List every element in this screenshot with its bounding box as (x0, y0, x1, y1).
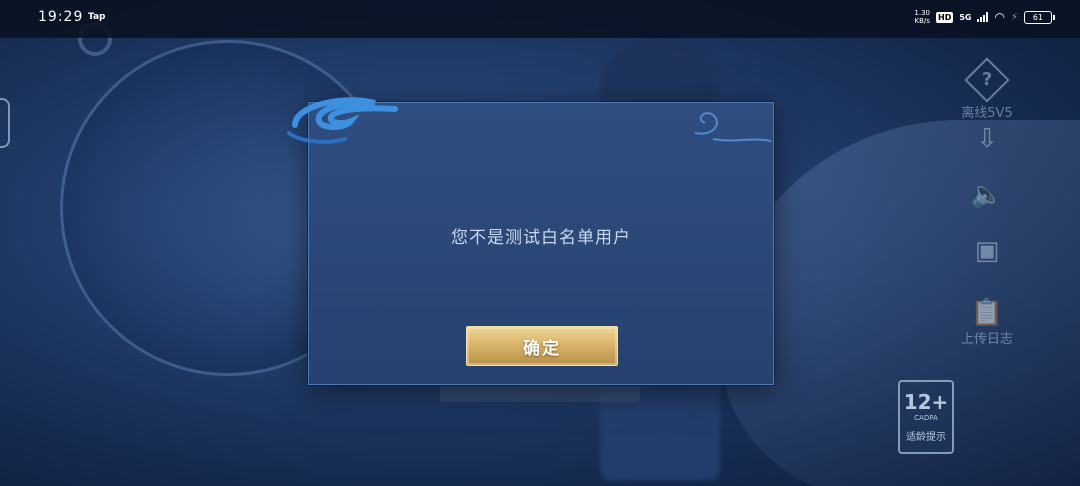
age-rating-tip: 适龄提示 (906, 432, 946, 443)
status-bar: 19:29 Tap 1.30 KB/s HD 5G ◠ ⚡ 61 (0, 0, 1080, 38)
wifi-icon: ◠ (994, 10, 1005, 24)
age-rating-badge: 12+ CADPA 适龄提示 (898, 380, 954, 454)
dialog-message: 您不是测试白名单用户 (451, 228, 631, 248)
network-type: 5G (959, 12, 972, 22)
network-speed: 1.30 KB/s (914, 9, 930, 25)
offline-5v5-label: 离线5V5 (961, 106, 1013, 121)
hd-badge: HD (936, 11, 954, 23)
repair-button[interactable]: ▣ (952, 236, 1022, 266)
confirm-button[interactable]: 确定 (466, 326, 618, 366)
age-rating-org: CADPA (914, 414, 938, 422)
download-icon: ⇩ (976, 124, 998, 154)
dialog-wave-ornament (694, 112, 772, 142)
sound-button[interactable]: 🔈 (952, 180, 1022, 210)
whitelist-error-dialog: 您不是测试白名单用户 确定 (287, 97, 774, 385)
status-indicators: 1.30 KB/s HD 5G ◠ ⚡ 61 (914, 9, 1055, 25)
signal-icon (977, 12, 989, 22)
speaker-icon: 🔈 (970, 180, 1004, 210)
upload-log-button[interactable]: 📋 上传日志 (952, 298, 1022, 347)
age-rating-number: 12+ (903, 390, 949, 414)
battery-level: 61 (1032, 12, 1044, 22)
network-speed-unit: KB/s (914, 17, 930, 25)
upload-log-label: 上传日志 (960, 332, 1013, 347)
charging-icon: ⚡ (1010, 11, 1018, 23)
dialog-cloud-ornament (287, 97, 398, 144)
confirm-button-label: 确定 (523, 338, 561, 359)
status-time: 19:29 (38, 9, 84, 25)
question-icon: ? (964, 57, 1010, 103)
status-app-tag: Tap (88, 12, 106, 22)
repair-icon: ▣ (974, 236, 1000, 266)
battery-icon: 61 (1024, 10, 1055, 24)
clipboard-icon: 📋 (970, 298, 1004, 328)
download-button[interactable]: ⇩ (952, 124, 1022, 154)
offline-5v5-button[interactable]: ? 离线5V5 (952, 57, 1022, 121)
left-edge-tab[interactable] (0, 98, 10, 148)
network-speed-value: 1.30 (914, 9, 930, 17)
